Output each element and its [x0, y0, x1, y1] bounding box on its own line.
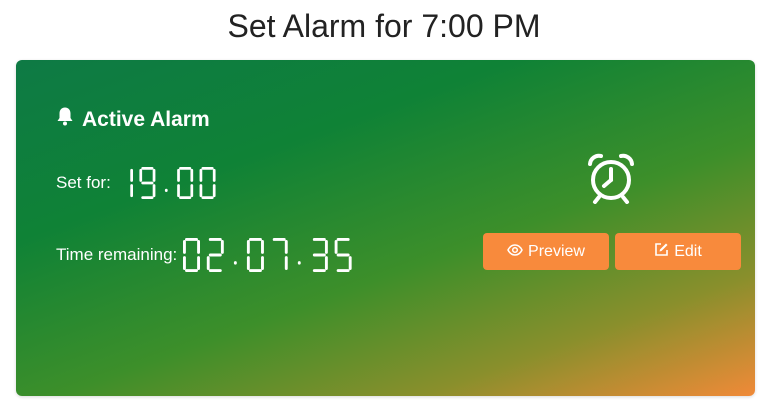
set-for-label: Set for:: [56, 173, 111, 192]
edit-button-label: Edit: [674, 242, 702, 260]
bell-icon: [56, 106, 82, 133]
edit-icon: [654, 242, 674, 262]
time-remaining-label: Time remaining:: [56, 245, 178, 264]
time-remaining-row: Time remaining:: [56, 234, 352, 276]
page-title: Set Alarm for 7:00 PM: [227, 8, 541, 44]
preview-button-label: Preview: [528, 242, 585, 260]
set-for-row: Set for:: [56, 162, 216, 204]
time-remaining-value: [183, 238, 352, 272]
set-for-value: [117, 167, 216, 199]
preview-button[interactable]: Preview: [483, 233, 609, 270]
card-header: Active Alarm: [56, 106, 210, 133]
edit-button[interactable]: Edit: [615, 233, 741, 270]
active-alarm-card: Active Alarm Set for: Time remaining: Pr…: [16, 60, 755, 396]
eye-icon: [507, 243, 528, 261]
card-header-label: Active Alarm: [82, 107, 210, 131]
alarm-clock-icon: [586, 152, 636, 209]
